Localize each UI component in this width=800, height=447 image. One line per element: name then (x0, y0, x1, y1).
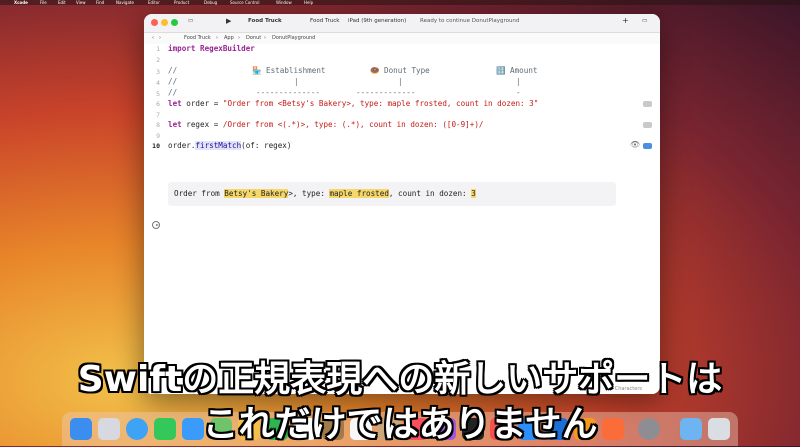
menu-find[interactable]: Find (96, 0, 104, 5)
target-selector[interactable]: Food Truck (310, 18, 339, 24)
result-text: Order from Betsy's Bakery>, type: maple … (174, 189, 476, 198)
line-number: 4 (156, 79, 160, 87)
code-line-3: // (168, 66, 178, 75)
menu-source-control[interactable]: Source Control (230, 0, 259, 5)
comment-establishment: 🏪 Establishment (252, 66, 326, 75)
subtitle-line-2: これだけではありません (202, 404, 598, 445)
menu-view[interactable]: View (76, 0, 86, 5)
result-toggle-line8[interactable] (643, 122, 652, 128)
code-line-5: // (168, 88, 178, 97)
menu-debug[interactable]: Debug (204, 0, 217, 5)
menu-navigate[interactable]: Navigate (116, 0, 134, 5)
line-number: 2 (156, 56, 160, 64)
zoom-button[interactable] (171, 19, 178, 26)
breadcrumb-app[interactable]: App (224, 35, 234, 41)
activity-status: Ready to continue DonutPlayground (420, 18, 520, 24)
line-number: 7 (156, 111, 160, 119)
line-number: 9 (156, 132, 160, 140)
nav-back-icon[interactable]: ‹ (152, 35, 154, 41)
code-editor[interactable]: 1 2 3 4 5 6 7 8 9 10 import RegexBuilder… (144, 44, 660, 394)
menu-product[interactable]: Product (174, 0, 189, 5)
match-amount: 3 (471, 189, 476, 198)
nav-forward-icon[interactable]: › (159, 35, 161, 41)
match-establishment: Betsy's Bakery (224, 189, 289, 198)
breadcrumb-playground[interactable]: DonutPlayground (272, 35, 315, 41)
result-toggle-line10[interactable] (643, 143, 652, 149)
sidebar-toggle-icon[interactable]: ▭ (188, 18, 193, 24)
line-number: 3 (156, 68, 160, 76)
run-playground-icon[interactable] (152, 221, 160, 229)
result-toggle-line6[interactable] (643, 101, 652, 107)
line-number: 6 (156, 100, 160, 108)
add-icon[interactable]: + (622, 16, 629, 25)
device-selector[interactable]: iPad (9th generation) (348, 18, 406, 24)
menu-bar: Xcode File Edit View Find Navigate Edito… (0, 0, 800, 5)
toolbar: ▭ ▶ Food Truck Food Truck iPad (9th gene… (144, 14, 660, 33)
menu-help[interactable]: Help (304, 0, 313, 5)
menu-file[interactable]: File (40, 0, 47, 5)
breadcrumb-project[interactable]: Food Truck (184, 35, 211, 41)
comment-amount: 🔢 Amount (496, 66, 538, 75)
eye-icon[interactable]: 👁 (630, 140, 640, 149)
xcode-window: ▭ ▶ Food Truck Food Truck iPad (9th gene… (144, 14, 660, 394)
line-number: 8 (156, 121, 160, 129)
match-donut-type: maple frosted (329, 189, 389, 198)
inspector-toggle-icon[interactable]: ▭ (642, 18, 647, 24)
close-button[interactable] (151, 19, 158, 26)
line-number-gutter: 1 2 3 4 5 6 7 8 9 10 (144, 44, 162, 394)
code-line-8: let regex = /Order from <(.*)>, type: (.… (168, 120, 484, 129)
code-line-1: import RegexBuilder (168, 44, 255, 53)
line-number: 1 (156, 45, 160, 53)
code-line-10: order.firstMatch(of: regex) (168, 141, 292, 150)
code-line-6: let order = "Order from <Betsy's Bakery>… (168, 99, 539, 108)
menu-window[interactable]: Window (276, 0, 292, 5)
run-button[interactable]: ▶ (226, 17, 231, 25)
comment-donut-type: 🍩 Donut Type (370, 66, 430, 75)
line-number: 10 (152, 142, 160, 150)
menu-edit[interactable]: Edit (58, 0, 66, 5)
minimize-button[interactable] (161, 19, 168, 26)
menu-editor[interactable]: Editor (148, 0, 160, 5)
menu-xcode[interactable]: Xcode (14, 0, 28, 5)
breadcrumb-donut[interactable]: Donut (246, 35, 261, 41)
scheme-name[interactable]: Food Truck (248, 18, 282, 24)
inline-result: Order from Betsy's Bakery>, type: maple … (168, 182, 616, 206)
code-line-4: // (168, 77, 178, 86)
line-number: 5 (156, 90, 160, 98)
